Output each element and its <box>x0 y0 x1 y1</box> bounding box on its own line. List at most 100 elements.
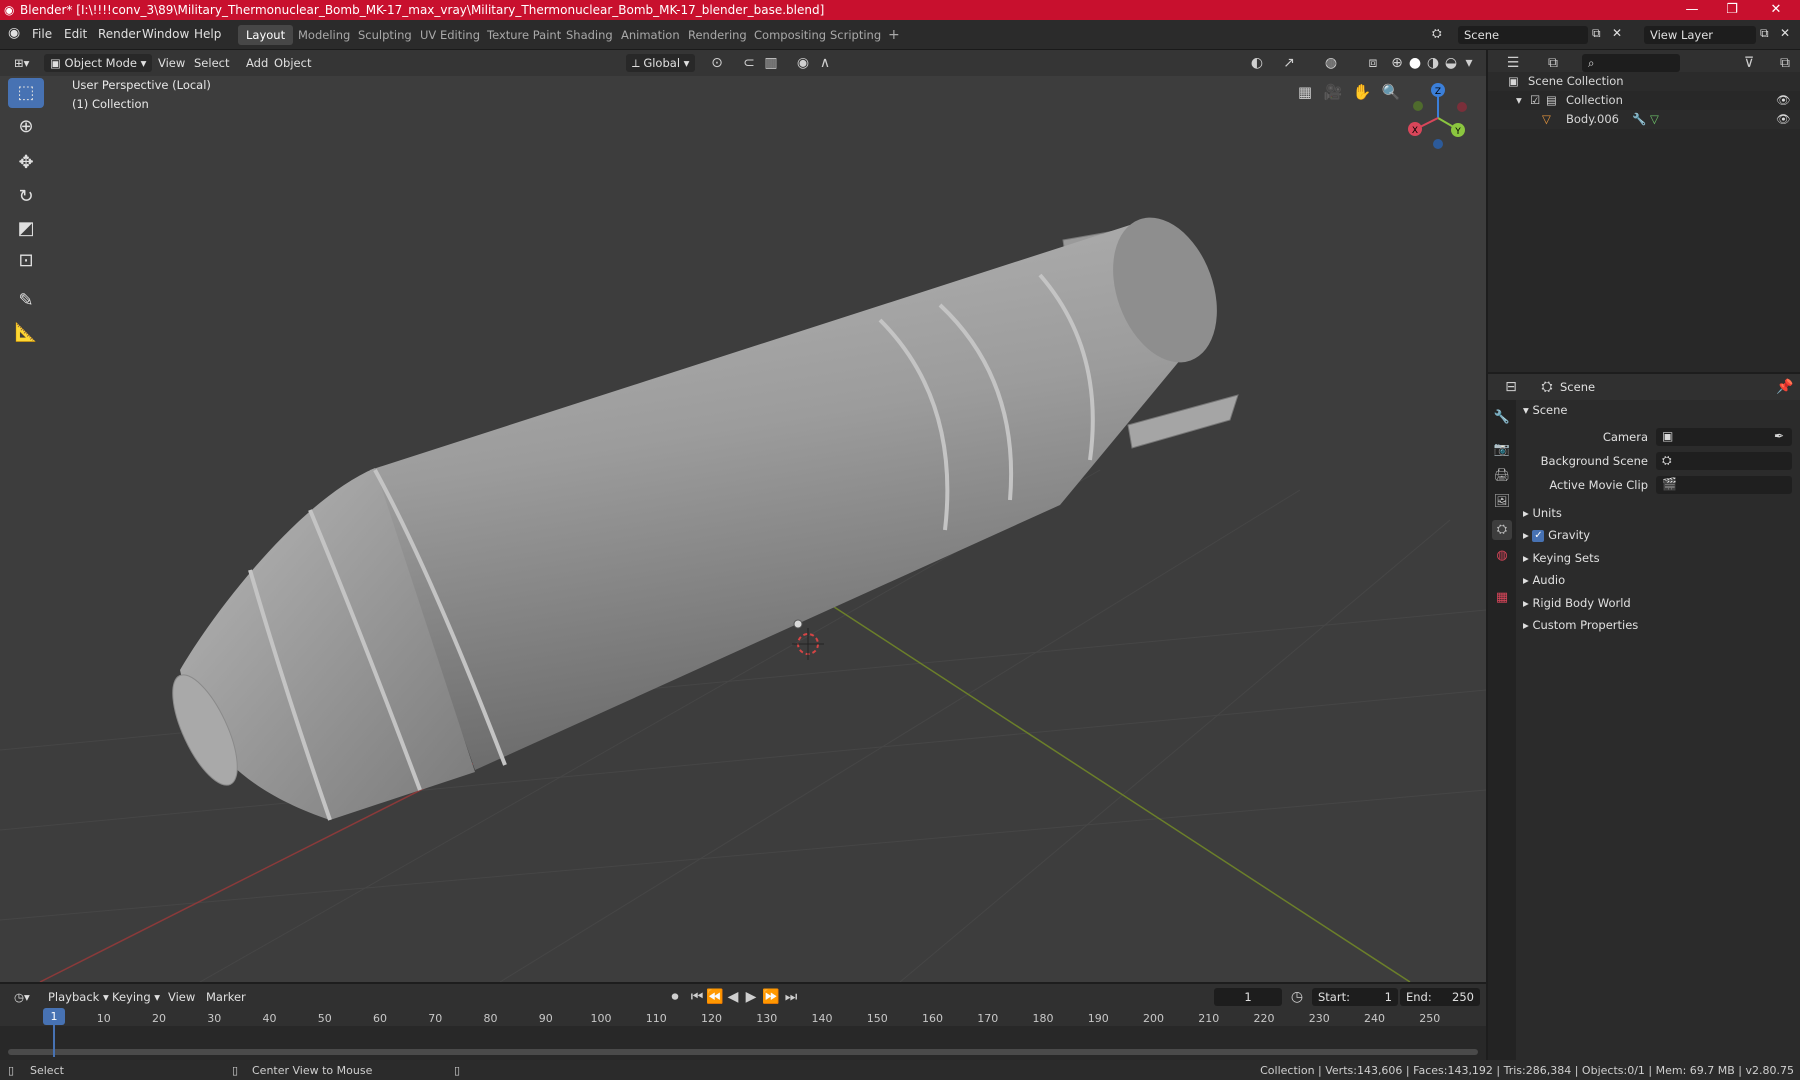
rendered-shading-icon[interactable]: ◒ <box>1442 55 1460 71</box>
wireframe-shading-icon[interactable]: ⊕ <box>1388 55 1406 71</box>
gravity-checkbox[interactable]: ✓ <box>1532 529 1545 542</box>
pin-icon[interactable]: 📌 <box>1776 379 1794 395</box>
background-scene-field[interactable]: ⛭ <box>1656 452 1792 470</box>
jump-start-icon[interactable]: ⏮ <box>688 989 706 1005</box>
menu-edit[interactable]: Edit <box>64 27 87 41</box>
tool-tab-icon[interactable]: 🔧 <box>1492 408 1512 428</box>
scene-field[interactable]: Scene <box>1458 26 1588 44</box>
gravity-panel[interactable]: ▸ ✓ Gravity <box>1523 528 1590 542</box>
menu-file[interactable]: File <box>32 27 52 41</box>
material-shading-icon[interactable]: ◑ <box>1424 55 1442 71</box>
tab-uv-editing[interactable]: UV Editing <box>412 25 488 45</box>
world-tab-icon[interactable]: ◍ <box>1492 546 1512 566</box>
scene-tab-icon[interactable]: ⛭ <box>1492 520 1512 540</box>
menu-render[interactable]: Render <box>98 27 141 41</box>
snap-icon[interactable]: ⊂ <box>740 55 758 71</box>
xray-icon[interactable]: ⧈ <box>1364 55 1382 71</box>
keying-sets-panel[interactable]: ▸ Keying Sets <box>1523 551 1600 565</box>
scene-panel-header[interactable]: ▾ Scene <box>1523 403 1568 417</box>
tab-animation[interactable]: Animation <box>613 25 688 45</box>
minimize-button[interactable]: — <box>1672 1 1712 19</box>
mesh-data-icon[interactable]: ▽ <box>1650 112 1659 126</box>
properties-editor-icon[interactable]: ⊟ <box>1502 379 1520 395</box>
mode-selector[interactable]: ▣ Object Mode ▾ <box>44 54 153 72</box>
play-reverse-icon[interactable]: ◀ <box>724 989 742 1005</box>
timeline-menu-keying[interactable]: Keying ▾ <box>106 988 166 1006</box>
timeline-editor-icon[interactable]: ◷▾ <box>8 988 36 1006</box>
current-frame-field[interactable]: 1 <box>1214 988 1282 1006</box>
blender-menu-icon[interactable]: ◉ <box>8 25 20 41</box>
timeline-menu-view[interactable]: View <box>162 988 201 1006</box>
collection-visibility-icon[interactable]: 👁 <box>1776 93 1791 107</box>
add-workspace-icon[interactable]: + <box>880 25 908 45</box>
camera-field[interactable]: ▣ ✒ <box>1656 428 1792 446</box>
jump-keyframe-forward-icon[interactable]: ⏩ <box>762 989 780 1005</box>
object-visibility-icon[interactable]: 👁 <box>1776 112 1791 126</box>
viewport-menu-view[interactable]: View <box>152 54 191 72</box>
collection-checkbox[interactable]: ☑ <box>1530 93 1540 107</box>
gizmo-toggle-icon[interactable]: ↗ <box>1280 55 1298 71</box>
snap-target-icon[interactable]: ▥ <box>762 55 780 71</box>
maximize-button[interactable]: ❐ <box>1712 1 1752 19</box>
scene-selector-icon[interactable]: ⛭ <box>1432 26 1442 41</box>
delete-view-layer-icon[interactable]: ✕ <box>1780 26 1790 40</box>
eyedropper-icon[interactable]: ✒ <box>1774 429 1784 443</box>
select-box-icon[interactable]: ⬚ <box>8 78 44 108</box>
view-layer-field[interactable]: View Layer <box>1644 26 1756 44</box>
transform-icon[interactable]: ⊡ <box>8 246 44 276</box>
close-button[interactable]: ✕ <box>1756 1 1796 19</box>
pan-hand-icon[interactable]: ✋ <box>1349 79 1375 105</box>
menu-window[interactable]: Window <box>142 27 189 41</box>
falloff-icon[interactable]: ∧ <box>816 55 834 71</box>
camera-view-icon[interactable]: 🎥 <box>1320 79 1346 105</box>
move-icon[interactable]: ✥ <box>8 148 44 178</box>
timeline-menu-marker[interactable]: Marker <box>200 988 252 1006</box>
delete-scene-icon[interactable]: ✕ <box>1612 26 1622 40</box>
jump-keyframe-back-icon[interactable]: ⏪ <box>706 989 724 1005</box>
outliner-row-body[interactable]: ▽ Body.006 🔧 ▽ 👁 <box>1488 110 1800 129</box>
tab-sculpting[interactable]: Sculpting <box>350 25 420 45</box>
orientation-selector[interactable]: ⟂ Global ▾ <box>626 54 696 72</box>
toggle-grid-icon[interactable]: ▦ <box>1292 79 1318 105</box>
editor-type-icon[interactable]: ⊞▾ <box>8 54 35 72</box>
outliner-editor-icon[interactable]: ☰ <box>1504 55 1522 71</box>
menu-help[interactable]: Help <box>194 27 221 41</box>
audio-panel[interactable]: ▸ Audio <box>1523 573 1565 587</box>
timeline-scrollbar[interactable] <box>8 1049 1478 1055</box>
shading-options-icon[interactable]: ▾ <box>1460 55 1478 71</box>
proportional-edit-icon[interactable]: ◉ <box>794 55 812 71</box>
active-movie-clip-field[interactable]: 🎬 <box>1656 476 1792 494</box>
visibility-icon[interactable]: ◐ <box>1248 55 1266 71</box>
units-panel[interactable]: ▸ Units <box>1523 506 1562 520</box>
new-collection-icon[interactable]: ⧉ <box>1776 55 1794 71</box>
navigation-gizmo[interactable]: Z Y X <box>1400 80 1470 152</box>
annotate-icon[interactable]: ✎ <box>8 286 44 316</box>
play-icon[interactable]: ▶ <box>742 989 760 1005</box>
tab-compositing[interactable]: Compositing <box>746 25 834 45</box>
record-icon[interactable]: ⏺ <box>666 989 684 1005</box>
clock-icon[interactable]: ◷ <box>1288 989 1306 1005</box>
overlays-icon[interactable]: ◍ <box>1322 55 1340 71</box>
custom-properties-panel[interactable]: ▸ Custom Properties <box>1523 618 1638 632</box>
view-layer-tab-icon[interactable]: 🖼 <box>1492 492 1512 512</box>
jump-end-icon[interactable]: ⏭ <box>782 989 800 1005</box>
outliner-row-collection[interactable]: ▾ ☑ ▤ Collection 👁 <box>1488 91 1800 110</box>
timeline-menu-playback[interactable]: Playback ▾ <box>42 988 115 1006</box>
new-view-layer-icon[interactable]: ⧉ <box>1760 26 1769 41</box>
texture-tab-icon[interactable]: ▦ <box>1492 588 1512 608</box>
tab-texture-paint[interactable]: Texture Paint <box>479 25 569 45</box>
expand-collection-icon[interactable]: ▾ <box>1516 93 1522 107</box>
cursor-icon[interactable]: ⊕ <box>8 112 44 142</box>
end-frame-field[interactable]: End: 250 <box>1400 988 1480 1006</box>
scale-icon[interactable]: ◩ <box>8 214 44 244</box>
display-mode-icon[interactable]: ⧉ <box>1544 55 1562 71</box>
outliner-search-input[interactable]: ⌕ <box>1582 54 1680 72</box>
tab-layout[interactable]: Layout <box>238 25 294 45</box>
render-tab-icon[interactable]: 📷 <box>1492 440 1512 460</box>
output-tab-icon[interactable]: 🖨 <box>1492 466 1512 486</box>
filter-icon[interactable]: ⊽ <box>1740 55 1758 71</box>
tab-rendering[interactable]: Rendering <box>680 25 755 45</box>
pivot-icon[interactable]: ⊙ <box>708 55 726 71</box>
solid-shading-icon[interactable]: ● <box>1406 55 1424 71</box>
3d-viewport[interactable] <box>0 50 1486 982</box>
